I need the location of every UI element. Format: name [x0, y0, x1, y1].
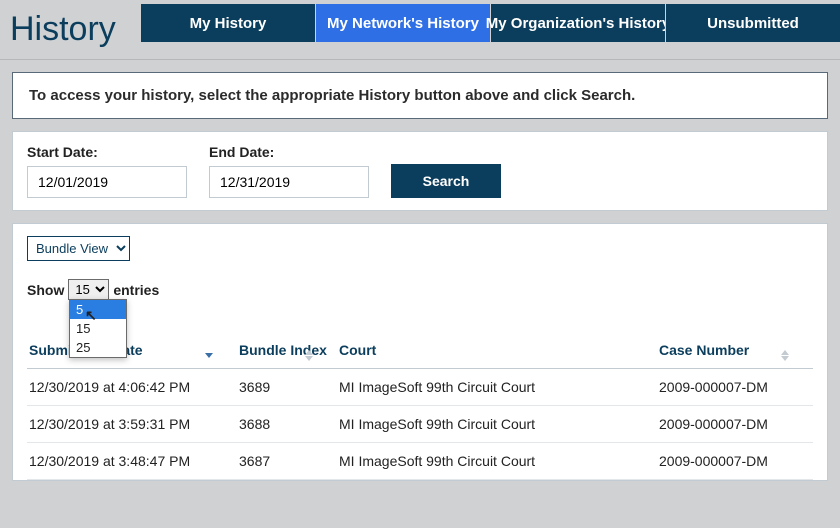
cell-bundle: 3689: [237, 369, 337, 406]
cell-court: MI ImageSoft 99th Circuit Court: [337, 406, 657, 443]
entries-select[interactable]: 15: [68, 279, 109, 300]
cell-submission: 12/30/2019 at 3:59:31 PM: [27, 406, 237, 443]
tabs: My HistoryMy Network's HistoryMy Organiz…: [140, 0, 840, 59]
cell-submission: 12/30/2019 at 4:06:42 PM: [27, 369, 237, 406]
search-button[interactable]: Search: [391, 164, 501, 198]
entries-label: entries: [113, 282, 159, 298]
tab-unsubmitted[interactable]: Unsubmitted: [665, 4, 840, 42]
tab-my-network-s-history[interactable]: My Network's History: [315, 4, 490, 42]
cell-case: 2009-000007-DM: [657, 369, 813, 406]
view-select[interactable]: Bundle View: [27, 236, 130, 261]
tab-my-organization-s-history[interactable]: My Organization's History: [490, 4, 665, 42]
cell-submission: 12/30/2019 at 3:48:47 PM: [27, 443, 237, 480]
col-court-label: Court: [339, 342, 376, 358]
results-panel: Bundle View Show 15 entries 51525 ↖ Subm…: [12, 223, 828, 481]
cell-court: MI ImageSoft 99th Circuit Court: [337, 443, 657, 480]
end-date-input[interactable]: [209, 166, 369, 198]
cell-bundle: 3688: [237, 406, 337, 443]
start-date-label: Start Date:: [27, 144, 187, 160]
table-row[interactable]: 12/30/2019 at 3:48:47 PM3687MI ImageSoft…: [27, 443, 813, 480]
start-date-input[interactable]: [27, 166, 187, 198]
entries-dropdown: 51525: [69, 299, 127, 358]
cell-bundle: 3687: [237, 443, 337, 480]
tab-my-history[interactable]: My History: [140, 4, 315, 42]
cell-case: 2009-000007-DM: [657, 443, 813, 480]
sort-icon: [305, 348, 315, 362]
sort-icon: [781, 348, 791, 362]
instruction-panel: To access your history, select the appro…: [12, 72, 828, 119]
cell-court: MI ImageSoft 99th Circuit Court: [337, 369, 657, 406]
page-title: History: [0, 0, 140, 59]
entries-option-15[interactable]: 15: [70, 319, 126, 338]
filter-bar: Start Date: End Date: Search: [12, 131, 828, 211]
col-submission-date[interactable]: Submission Date: [27, 334, 237, 369]
entries-option-25[interactable]: 25: [70, 338, 126, 357]
show-label: Show: [27, 282, 64, 298]
cell-case: 2009-000007-DM: [657, 406, 813, 443]
sort-desc-icon: [205, 348, 215, 362]
col-case-number[interactable]: Case Number: [657, 334, 813, 369]
table-row[interactable]: 12/30/2019 at 3:59:31 PM3688MI ImageSoft…: [27, 406, 813, 443]
col-court[interactable]: Court: [337, 334, 657, 369]
results-table: Submission Date Bundle Index Court Case …: [27, 334, 813, 480]
col-bundle-index[interactable]: Bundle Index: [237, 334, 337, 369]
end-date-label: End Date:: [209, 144, 369, 160]
entries-option-5[interactable]: 5: [70, 300, 126, 319]
table-row[interactable]: 12/30/2019 at 4:06:42 PM3689MI ImageSoft…: [27, 369, 813, 406]
entries-control: Show 15 entries 51525 ↖: [27, 279, 813, 300]
col-case-label: Case Number: [659, 342, 749, 358]
